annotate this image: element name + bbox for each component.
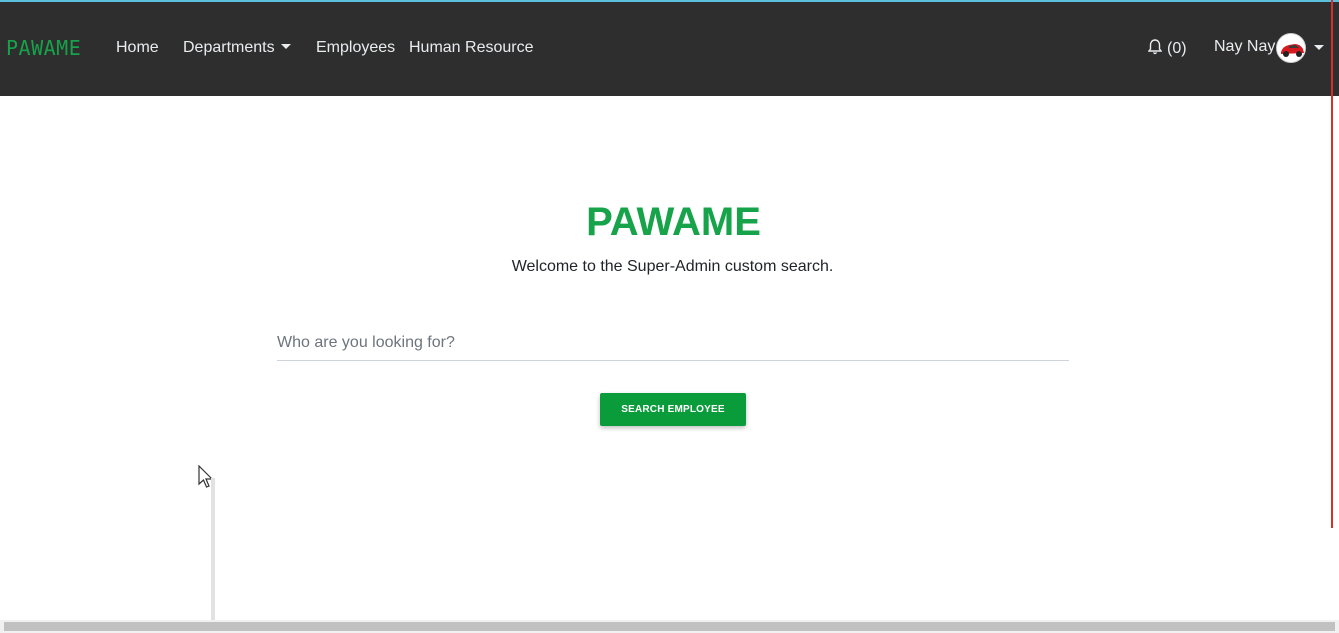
chevron-down-icon	[280, 44, 291, 49]
search-input[interactable]	[277, 326, 1069, 361]
user-menu-label[interactable]: Nay Nay	[1214, 38, 1275, 56]
nav-departments-dropdown[interactable]: Departments	[183, 39, 291, 57]
avatar[interactable]	[1276, 33, 1306, 63]
page-title: PAWAME	[586, 200, 761, 244]
drag-trail	[211, 478, 215, 633]
scrollbar-thumb[interactable]	[4, 622, 1335, 631]
bell-icon	[1147, 39, 1163, 55]
search-employee-button[interactable]: SEARCH EMPLOYEE	[600, 393, 746, 426]
nav-employees[interactable]: Employees	[316, 39, 395, 57]
navbar: PAWAME Home Departments Employees Human …	[0, 2, 1339, 96]
horizontal-scrollbar[interactable]	[0, 620, 1339, 633]
nav-human-resource[interactable]: Human Resource	[409, 39, 534, 57]
welcome-text: Welcome to the Super-Admin custom search…	[511, 258, 834, 275]
notifications-button[interactable]: (0)	[1147, 39, 1187, 58]
brand-logo[interactable]: PAWAME	[6, 36, 81, 60]
nav-departments-label: Departments	[183, 39, 275, 56]
mouse-cursor-icon	[198, 465, 214, 488]
nav-home[interactable]: Home	[116, 39, 159, 57]
car-avatar-icon	[1281, 44, 1304, 57]
notifications-count: (0)	[1167, 40, 1187, 57]
user-menu-chevron-icon[interactable]	[1314, 45, 1324, 50]
